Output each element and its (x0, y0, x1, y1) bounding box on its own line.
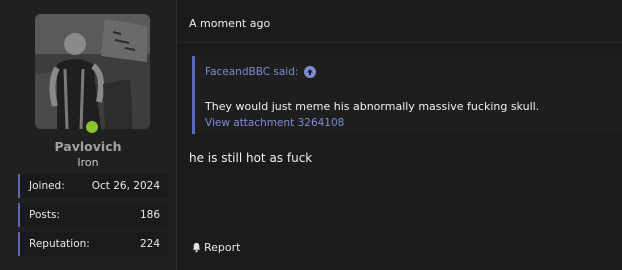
message-text: he is still hot as fuck (189, 151, 313, 165)
stat-value: 186 (139, 209, 160, 221)
user-rank: Iron (77, 156, 99, 169)
report-button[interactable]: Report (191, 241, 240, 254)
quote-text: They would just meme his abnormally mass… (205, 100, 540, 113)
quote-header[interactable]: FaceandBBC said: (205, 66, 317, 78)
quote-author[interactable]: FaceandBBC said: (205, 66, 298, 78)
stat-posts: Posts: 186 (18, 203, 168, 227)
quote-block: FaceandBBC said: They would just meme hi… (192, 56, 622, 134)
report-label[interactable]: Report (204, 241, 240, 254)
stat-joined: Joined: Oct 26, 2024 (18, 174, 168, 198)
username[interactable]: Pavlovich (0, 139, 176, 154)
avatar-photo (35, 14, 150, 129)
stat-label: Reputation: (29, 238, 90, 250)
divider (177, 42, 622, 43)
post-timestamp[interactable]: A moment ago (189, 17, 270, 30)
online-status-icon (86, 121, 98, 133)
stat-reputation: Reputation: 224 (18, 232, 168, 256)
stat-label: Posts: (29, 209, 60, 221)
user-sidebar: Pavlovich Iron Joined: Oct 26, 2024 Post… (0, 0, 177, 270)
attachment-link[interactable]: View attachment 3264108 (205, 117, 344, 129)
forum-post: Pavlovich Iron Joined: Oct 26, 2024 Post… (0, 0, 622, 270)
user-avatar[interactable] (35, 14, 150, 129)
stat-value: 224 (139, 238, 160, 250)
stat-label: Joined: (29, 180, 65, 192)
arrow-up-circle-icon[interactable] (304, 66, 317, 78)
post-content: A moment ago FaceandBBC said: They would… (177, 0, 622, 270)
bell-icon (192, 242, 201, 253)
stat-value: Oct 26, 2024 (91, 180, 160, 192)
